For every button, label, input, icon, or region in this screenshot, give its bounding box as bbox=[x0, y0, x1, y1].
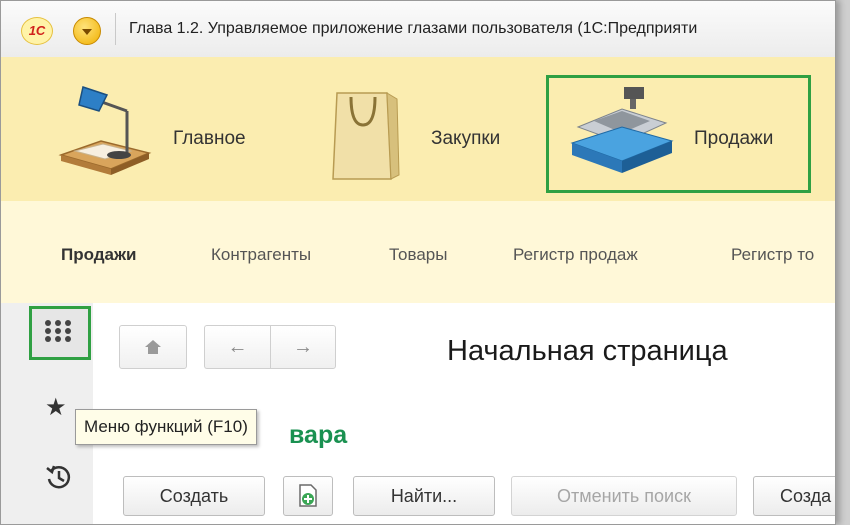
subnav-item-goods-register[interactable]: Регистр то bbox=[731, 245, 814, 265]
title-separator bbox=[115, 13, 116, 45]
home-icon bbox=[145, 340, 161, 354]
add-copy-button[interactable] bbox=[283, 476, 333, 516]
active-section-highlight bbox=[546, 75, 811, 193]
page-title: Начальная страница bbox=[447, 335, 728, 367]
arrow-left-icon: ← bbox=[227, 336, 248, 358]
create-button[interactable]: Создать bbox=[123, 476, 265, 516]
app-logo: 1С bbox=[21, 17, 53, 45]
section-subnav: Продажи Контрагенты Товары Регистр прода… bbox=[1, 201, 835, 304]
subnav-item-sales-register[interactable]: Регистр продаж bbox=[513, 245, 638, 265]
shopping-bag-icon bbox=[332, 92, 400, 180]
sections-panel: Главное Закупки Продажи bbox=[1, 57, 835, 202]
grid-dots-icon bbox=[45, 320, 71, 342]
forward-button[interactable]: → bbox=[270, 325, 336, 369]
home-button[interactable] bbox=[119, 325, 187, 369]
section-main-label: Главное bbox=[173, 128, 246, 149]
main-menu-button[interactable] bbox=[73, 17, 101, 45]
title-bar: 1С Глава 1.2. Управляемое приложение гла… bbox=[1, 1, 835, 58]
history-icon[interactable] bbox=[45, 463, 73, 491]
arrow-right-icon: → bbox=[293, 336, 313, 358]
section-purchases[interactable]: Закупки bbox=[311, 57, 536, 201]
create-based-on-button[interactable]: Созда bbox=[753, 476, 835, 516]
function-menu-button[interactable] bbox=[29, 306, 91, 360]
form-title: вара bbox=[289, 421, 348, 449]
subnav-item-goods[interactable]: Товары bbox=[389, 245, 447, 265]
cancel-search-button[interactable]: Отменить поиск bbox=[511, 476, 737, 516]
app-window: 1С Глава 1.2. Управляемое приложение гла… bbox=[0, 0, 836, 525]
subnav-item-counterparties[interactable]: Контрагенты bbox=[211, 245, 311, 265]
section-purchases-label: Закупки bbox=[431, 128, 501, 149]
find-button[interactable]: Найти... bbox=[353, 476, 495, 516]
section-main[interactable]: Главное bbox=[41, 57, 291, 201]
desk-lamp-icon bbox=[58, 86, 152, 175]
add-document-icon bbox=[299, 484, 317, 507]
subnav-item-sales[interactable]: Продажи bbox=[61, 245, 137, 265]
window-title: Глава 1.2. Управляемое приложение глазам… bbox=[129, 20, 698, 37]
back-button[interactable]: ← bbox=[204, 325, 270, 369]
star-icon[interactable]: ★ bbox=[45, 393, 67, 422]
function-menu-tooltip: Меню функций (F10) bbox=[75, 409, 257, 445]
